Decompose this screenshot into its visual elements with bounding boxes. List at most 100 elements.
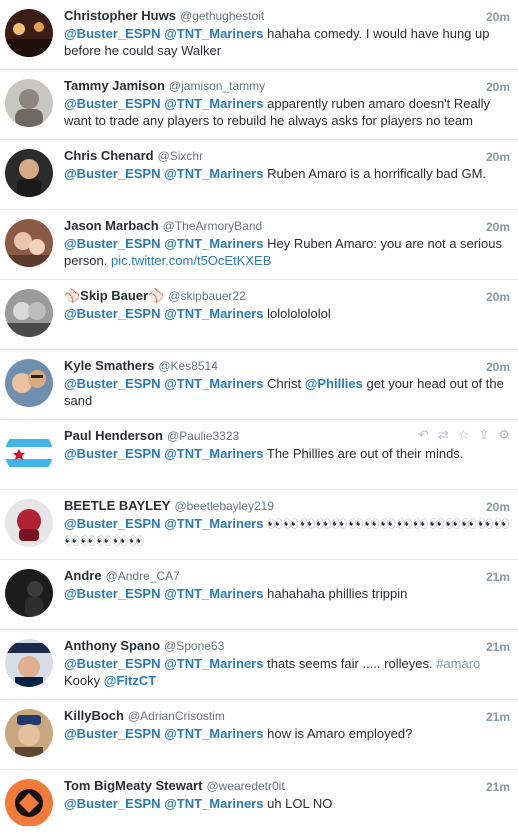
timestamp[interactable]: 20m	[486, 149, 510, 165]
mention-link[interactable]: @TNT_Mariners	[164, 586, 263, 601]
user-name[interactable]: Paul Henderson	[64, 428, 163, 443]
avatar[interactable]	[5, 289, 53, 337]
mention-link[interactable]: @TNT_Mariners	[164, 796, 263, 811]
user-name[interactable]: Andre	[64, 568, 102, 583]
favorite-icon[interactable]: ☆	[458, 427, 470, 443]
user-name[interactable]: Jason Marbach	[64, 218, 159, 233]
tweet-feed: Christopher Huws @gethughestoit 20m @Bust…	[0, 0, 518, 826]
mention-link[interactable]: @FitzCT	[104, 673, 156, 688]
mention-link[interactable]: @TNT_Mariners	[164, 26, 263, 41]
more-icon[interactable]: ⚙	[498, 427, 510, 443]
user-name[interactable]: Christopher Huws	[64, 8, 176, 23]
mention-link[interactable]: @Buster_ESPN	[64, 446, 160, 461]
user-handle[interactable]: @Kes8514	[158, 359, 218, 373]
avatar[interactable]	[5, 429, 53, 477]
mention-link[interactable]: @Buster_ESPN	[64, 586, 160, 601]
tweet-text: @Buster_ESPN @TNT_Mariners Hey Ruben Ama…	[64, 235, 510, 269]
reply-icon[interactable]: ↶	[418, 427, 429, 443]
tweet-actions: ↶ ⇄ ☆ ⇪ ⚙	[418, 427, 510, 443]
timestamp[interactable]: 21m	[486, 709, 510, 725]
mention-link[interactable]: @Buster_ESPN	[64, 166, 160, 181]
user-name[interactable]: Tammy Jamison	[64, 78, 165, 93]
mention-link[interactable]: @TNT_Mariners	[164, 656, 263, 671]
timestamp[interactable]: 21m	[486, 639, 510, 655]
mention-link[interactable]: @Buster_ESPN	[64, 236, 160, 251]
mention-link[interactable]: @Buster_ESPN	[64, 516, 160, 531]
tweet[interactable]: Tom BigMeaty Stewart @wearedetr0it 21m @B…	[0, 770, 518, 826]
mention-link[interactable]: @Buster_ESPN	[64, 306, 160, 321]
tweet-content: uh LOL NO	[267, 796, 333, 811]
tweet-content: how is Amaro employed?	[267, 726, 413, 741]
user-handle[interactable]: @AdrianCrisostim	[128, 709, 225, 723]
timestamp[interactable]: 21m	[486, 779, 510, 795]
tweet-text: @Buster_ESPN @TNT_Mariners lolololololol	[64, 305, 510, 322]
user-handle[interactable]: @jamison_tammy	[169, 79, 265, 93]
media-link[interactable]: pic.twitter.com/t5OcEtKXEB	[111, 253, 271, 268]
avatar[interactable]	[5, 709, 53, 757]
timestamp[interactable]: 20m	[486, 9, 510, 25]
user-handle[interactable]: @skipbauer22	[168, 289, 246, 303]
tweet[interactable]: Anthony Spano @Spone63 21m @Buster_ESPN @…	[0, 630, 518, 700]
user-handle[interactable]: @beetlebayley219	[174, 499, 274, 513]
retweet-icon[interactable]: ⇄	[438, 427, 449, 443]
mention-link[interactable]: @Phillies	[305, 376, 363, 391]
user-handle[interactable]: @TheArmoryBand	[163, 219, 263, 233]
mention-link[interactable]: @Buster_ESPN	[64, 726, 160, 741]
avatar[interactable]	[5, 79, 53, 127]
avatar[interactable]	[5, 569, 53, 617]
avatar[interactable]	[5, 149, 53, 197]
timestamp[interactable]: 20m	[486, 359, 510, 375]
timestamp[interactable]: 20m	[486, 79, 510, 95]
mention-link[interactable]: @TNT_Mariners	[164, 376, 263, 391]
user-handle[interactable]: @Sixchr	[158, 149, 204, 163]
user-name[interactable]: Chris Chenard	[64, 148, 154, 163]
avatar[interactable]	[5, 779, 53, 826]
user-name[interactable]: Anthony Spano	[64, 638, 160, 653]
user-handle[interactable]: @Andre_CA7	[106, 569, 180, 583]
user-name[interactable]: BEETLE BAYLEY	[64, 498, 170, 513]
tweet[interactable]: Chris Chenard @Sixchr 20m @Buster_ESPN @T…	[0, 140, 518, 210]
mention-link[interactable]: @TNT_Mariners	[164, 726, 263, 741]
user-name[interactable]: KillyBoch	[64, 708, 124, 723]
tweet[interactable]: BEETLE BAYLEY @beetlebayley219 20m @Buste…	[0, 490, 518, 560]
user-handle[interactable]: @Paulie3323	[167, 429, 239, 443]
user-name[interactable]: Kyle Smathers	[64, 358, 154, 373]
tweet[interactable]: Tammy Jamison @jamison_tammy 20m @Buster_…	[0, 70, 518, 140]
tweet[interactable]: Paul Henderson @Paulie3323 ↶ ⇄ ☆ ⇪ ⚙ @Bus…	[0, 420, 518, 490]
avatar[interactable]	[5, 219, 53, 267]
timestamp[interactable]: 20m	[486, 219, 510, 235]
mention-link[interactable]: @Buster_ESPN	[64, 96, 160, 111]
tweet[interactable]: Andre @Andre_CA7 21m @Buster_ESPN @TNT_Ma…	[0, 560, 518, 630]
mention-link[interactable]: @TNT_Mariners	[164, 446, 263, 461]
avatar[interactable]	[5, 639, 53, 687]
mention-link[interactable]: @TNT_Mariners	[164, 516, 263, 531]
timestamp[interactable]: 21m	[486, 569, 510, 585]
user-name[interactable]: Tom BigMeaty Stewart	[64, 778, 202, 793]
timestamp[interactable]: 20m	[486, 499, 510, 515]
share-icon[interactable]: ⇪	[478, 427, 489, 443]
tweet-text: @Buster_ESPN @TNT_Mariners Christ @Phill…	[64, 375, 510, 409]
mention-link[interactable]: @Buster_ESPN	[64, 26, 160, 41]
tweet[interactable]: ⚾Skip Bauer⚾ @skipbauer22 20m @Buster_ESP…	[0, 280, 518, 350]
tweet[interactable]: KillyBoch @AdrianCrisostim 21m @Buster_ES…	[0, 700, 518, 770]
mention-link[interactable]: @TNT_Mariners	[164, 96, 263, 111]
user-name[interactable]: ⚾Skip Bauer⚾	[64, 288, 164, 303]
mention-link[interactable]: @Buster_ESPN	[64, 796, 160, 811]
avatar[interactable]	[5, 499, 53, 547]
user-handle[interactable]: @wearedetr0it	[206, 779, 284, 793]
tweet[interactable]: Christopher Huws @gethughestoit 20m @Bust…	[0, 0, 518, 70]
hashtag-link[interactable]: #amaro	[436, 656, 480, 671]
user-handle[interactable]: @Spone63	[164, 639, 224, 653]
mention-link[interactable]: @TNT_Mariners	[164, 236, 263, 251]
mention-link[interactable]: @TNT_Mariners	[164, 166, 263, 181]
avatar[interactable]	[5, 9, 53, 57]
mention-link[interactable]: @TNT_Mariners	[164, 306, 263, 321]
timestamp[interactable]: 20m	[486, 289, 510, 305]
tweet[interactable]: Jason Marbach @TheArmoryBand 20m @Buster_…	[0, 210, 518, 280]
user-handle[interactable]: @gethughestoit	[180, 9, 264, 23]
avatar[interactable]	[5, 359, 53, 407]
tweet-content: Kooky	[64, 673, 101, 688]
mention-link[interactable]: @Buster_ESPN	[64, 656, 160, 671]
mention-link[interactable]: @Buster_ESPN	[64, 376, 160, 391]
tweet[interactable]: Kyle Smathers @Kes8514 20m @Buster_ESPN @…	[0, 350, 518, 420]
